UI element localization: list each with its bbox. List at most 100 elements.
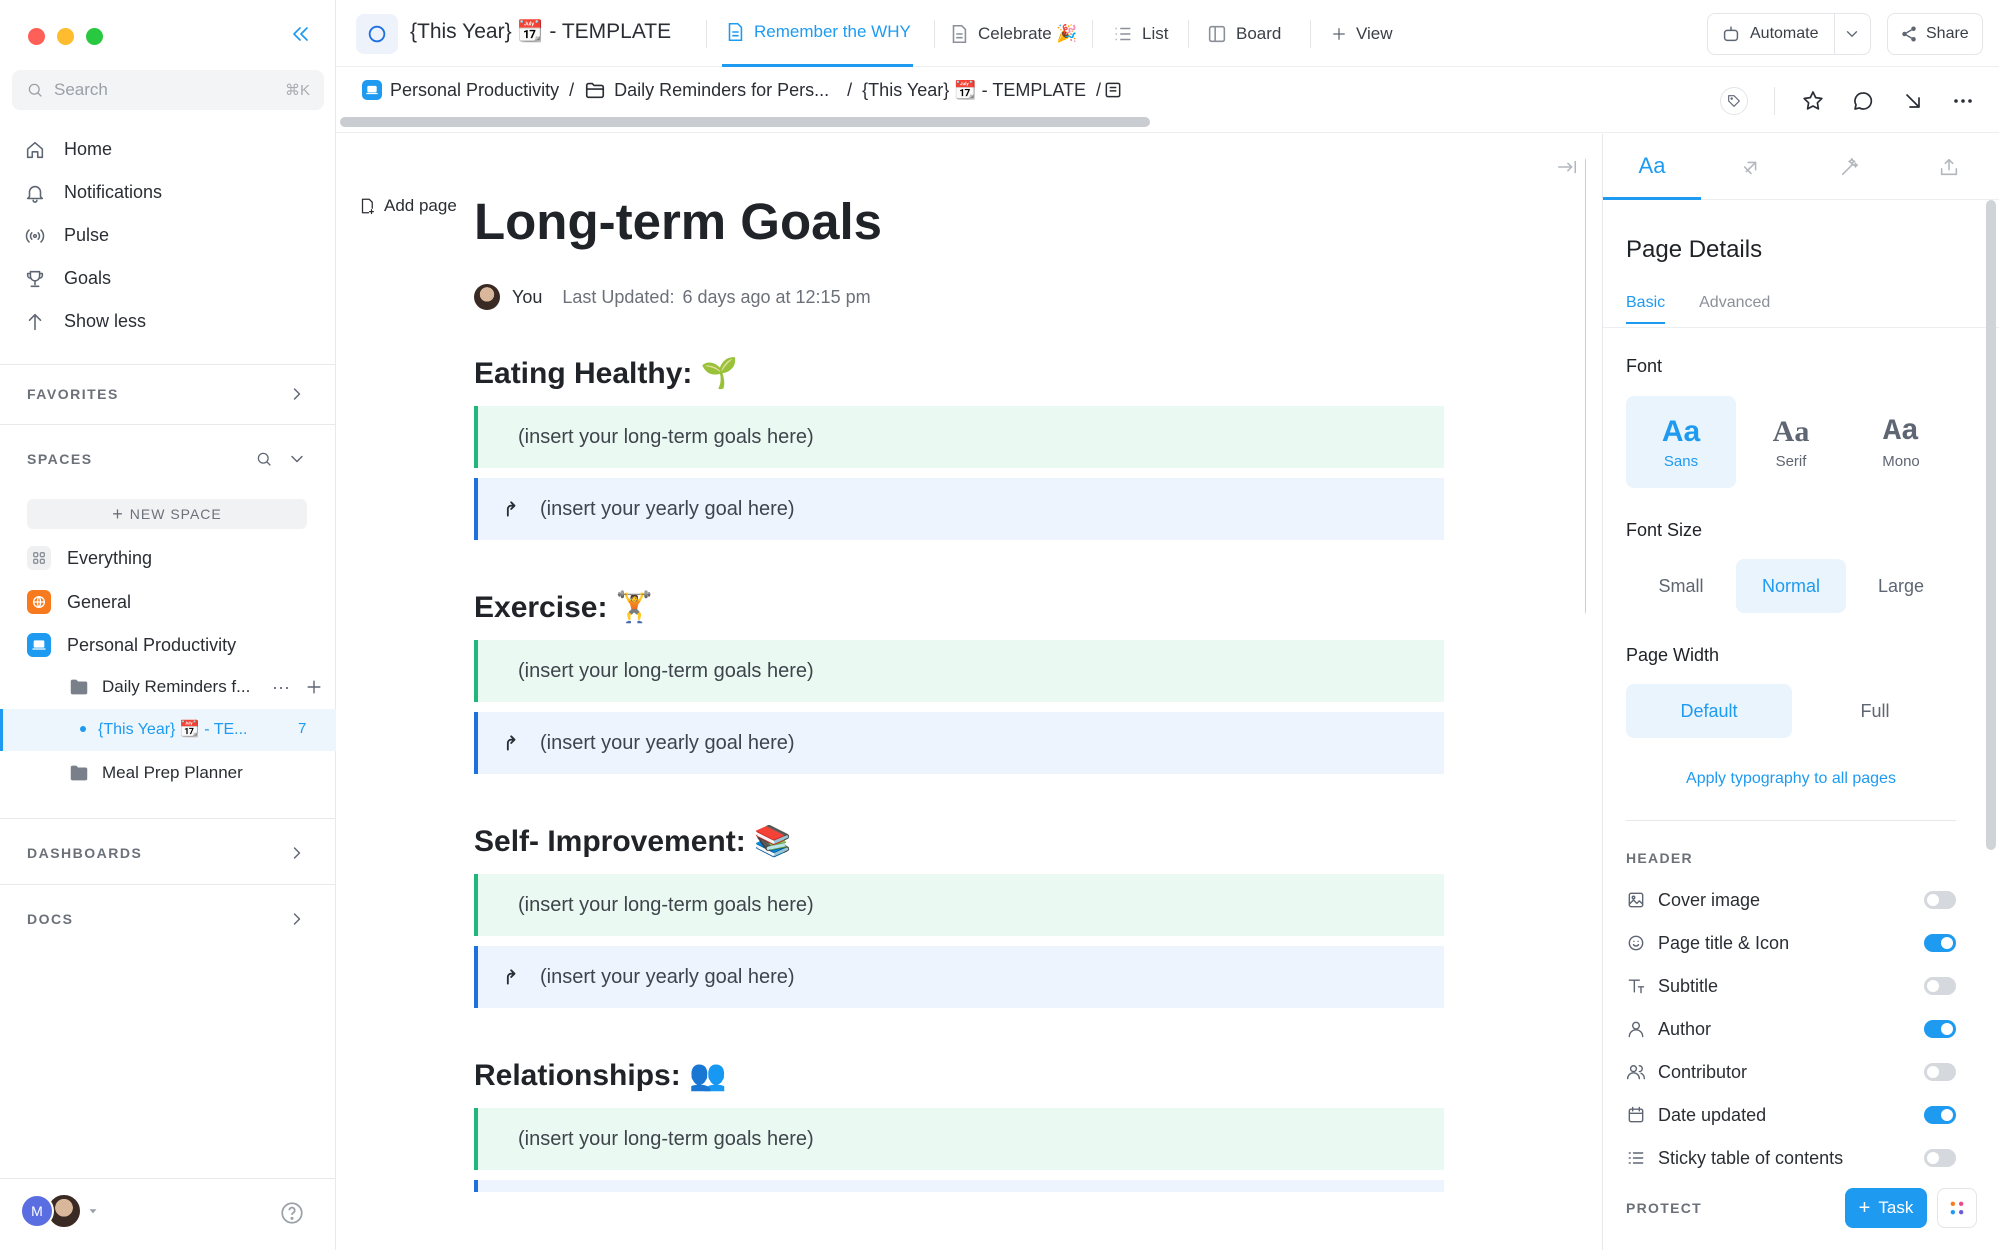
date-updated-toggle[interactable] xyxy=(1924,1106,1956,1124)
nav-goals[interactable]: Goals xyxy=(24,257,324,300)
help-icon[interactable] xyxy=(279,1200,305,1226)
cover-image-toggle[interactable] xyxy=(1924,891,1956,909)
nav-home[interactable]: Home xyxy=(24,128,324,171)
toggle-row-author[interactable]: Author xyxy=(1626,1013,1956,1045)
star-icon[interactable] xyxy=(1801,89,1825,113)
doc-icon xyxy=(728,22,743,42)
font-option-serif[interactable]: Aa Serif xyxy=(1736,396,1846,488)
toggle-row-sticky-toc[interactable]: Sticky table of contents xyxy=(1626,1142,1956,1174)
nav-show-less[interactable]: Show less xyxy=(24,300,324,343)
space-general[interactable]: General xyxy=(27,585,131,619)
comment-icon[interactable] xyxy=(1851,89,1875,113)
breadcrumb-folder[interactable]: Daily Reminders for Pers... xyxy=(584,79,829,101)
expand-right-icon[interactable] xyxy=(1556,156,1578,178)
size-option-large[interactable]: Large xyxy=(1846,559,1956,613)
tab-list[interactable]: List xyxy=(1112,0,1168,67)
folder-daily-reminders[interactable]: Daily Reminders f... ··· xyxy=(68,670,324,704)
list-title[interactable]: {This Year} 📆 - TEMPLATE xyxy=(410,20,671,44)
search-icon[interactable] xyxy=(255,450,273,468)
size-option-small[interactable]: Small xyxy=(1626,559,1736,613)
yearly-goal-callout[interactable]: (insert your yearly goal here) xyxy=(474,478,1444,540)
more-icon[interactable]: ··· xyxy=(272,677,290,698)
subtab-advanced[interactable]: Advanced xyxy=(1699,294,1770,324)
space-personal-productivity[interactable]: Personal Productivity xyxy=(27,628,236,662)
tag-icon[interactable] xyxy=(1720,87,1748,115)
docs-section[interactable]: DOCS xyxy=(27,909,307,929)
tab-celebrate[interactable]: Celebrate 🎉 xyxy=(948,0,1078,67)
sidebar-selected-list[interactable]: {This Year} 📆 - TE... 7 xyxy=(0,709,336,751)
toggle-row-cover-image[interactable]: Cover image xyxy=(1626,884,1956,916)
collapse-arrow-icon[interactable] xyxy=(1901,89,1925,113)
new-space-button[interactable]: + NEW SPACE xyxy=(27,499,307,529)
panel-scrollbar[interactable] xyxy=(1986,200,1996,850)
page-title-toggle[interactable] xyxy=(1924,934,1956,952)
doc-icon[interactable] xyxy=(1103,80,1123,100)
tab-remember-the-why[interactable]: Remember the WHY xyxy=(722,0,913,67)
add-task-button[interactable]: + Task xyxy=(1845,1188,1927,1228)
author-name[interactable]: You xyxy=(512,287,542,308)
section-heading[interactable]: Eating Healthy: 🌱 xyxy=(474,350,1444,396)
minimize-window-button[interactable] xyxy=(57,28,74,45)
tab-ai[interactable] xyxy=(1801,134,1899,200)
yearly-goal-callout[interactable]: (insert your yearly goal here) xyxy=(474,712,1444,774)
long-term-goal-callout[interactable]: (insert your long-term goals here) xyxy=(474,1108,1444,1170)
section-heading[interactable]: Relationships: 👥 xyxy=(474,1052,1444,1098)
page-width-label: Page Width xyxy=(1626,645,1720,665)
toggle-row-page-title[interactable]: Page title & Icon xyxy=(1626,927,1956,959)
list-status-icon[interactable] xyxy=(356,14,398,54)
breadcrumb-list[interactable]: {This Year} 📆 - TEMPLATE xyxy=(862,80,1086,101)
folder-meal-prep[interactable]: Meal Prep Planner xyxy=(68,756,243,790)
space-everything[interactable]: Everything xyxy=(27,541,152,575)
tab-relationships[interactable] xyxy=(1702,134,1800,200)
yearly-goal-callout[interactable] xyxy=(474,1180,1444,1192)
section-heading[interactable]: Exercise: 🏋️ xyxy=(474,584,1444,630)
document-scrollbar[interactable] xyxy=(1585,156,1586,616)
plus-icon[interactable] xyxy=(304,677,324,697)
toggle-row-date-updated[interactable]: Date updated xyxy=(1626,1099,1956,1131)
toggle-row-contributor[interactable]: Contributor xyxy=(1626,1056,1956,1088)
search-input[interactable]: Search ⌘K xyxy=(12,70,324,110)
author-toggle[interactable] xyxy=(1924,1020,1956,1038)
tab-board[interactable]: Board xyxy=(1206,0,1281,67)
page-title[interactable]: Long-term Goals xyxy=(474,192,882,251)
collapse-sidebar-icon[interactable] xyxy=(288,22,312,46)
long-term-goal-callout[interactable]: (insert your long-term goals here) xyxy=(474,406,1444,468)
long-term-goal-callout[interactable]: (insert your long-term goals here) xyxy=(474,640,1444,702)
font-option-mono[interactable]: Aa Mono xyxy=(1846,396,1956,488)
add-page-button[interactable]: Add page xyxy=(358,196,457,216)
apply-typography-link[interactable]: Apply typography to all pages xyxy=(1626,770,1956,788)
add-view-button[interactable]: View xyxy=(1330,0,1393,67)
sticky-toc-toggle[interactable] xyxy=(1924,1149,1956,1167)
apps-button[interactable] xyxy=(1937,1188,1977,1228)
subtab-basic[interactable]: Basic xyxy=(1626,294,1666,324)
favorites-section[interactable]: FAVORITES xyxy=(27,384,307,404)
width-option-default[interactable]: Default xyxy=(1626,684,1792,738)
dashboards-section[interactable]: DASHBOARDS xyxy=(27,843,307,863)
size-option-normal[interactable]: Normal xyxy=(1736,559,1846,613)
maximize-window-button[interactable] xyxy=(86,28,103,45)
tab-export[interactable] xyxy=(1900,134,1998,200)
width-option-full[interactable]: Full xyxy=(1792,684,1958,738)
more-icon[interactable] xyxy=(1951,89,1975,113)
contributor-toggle[interactable] xyxy=(1924,1063,1956,1081)
chevron-down-icon[interactable] xyxy=(287,449,307,469)
image-icon xyxy=(1628,892,1644,908)
yearly-goal-callout[interactable]: (insert your yearly goal here) xyxy=(474,946,1444,1008)
close-window-button[interactable] xyxy=(28,28,45,45)
breadcrumb-space[interactable]: Personal Productivity xyxy=(362,80,559,101)
nav-pulse[interactable]: Pulse xyxy=(24,214,324,257)
toggle-row-subtitle[interactable]: Subtitle xyxy=(1626,970,1956,1002)
automate-button[interactable]: Automate xyxy=(1707,13,1871,55)
tab-typography[interactable]: Aa xyxy=(1603,134,1701,200)
share-button[interactable]: Share xyxy=(1887,13,1983,55)
font-option-sans[interactable]: Aa Sans xyxy=(1626,396,1736,488)
section-heading[interactable]: Self- Improvement: 📚 xyxy=(474,818,1444,864)
horizontal-scrollbar[interactable] xyxy=(340,117,1150,127)
long-term-goal-callout[interactable]: (insert your long-term goals here) xyxy=(474,874,1444,936)
user-menu[interactable]: M xyxy=(20,1193,100,1229)
tab-label: List xyxy=(1142,23,1169,43)
nav-notifications[interactable]: Notifications xyxy=(24,171,324,214)
bell-icon xyxy=(26,185,44,203)
subtitle-toggle[interactable] xyxy=(1924,977,1956,995)
chevron-down-icon[interactable] xyxy=(1843,25,1861,43)
